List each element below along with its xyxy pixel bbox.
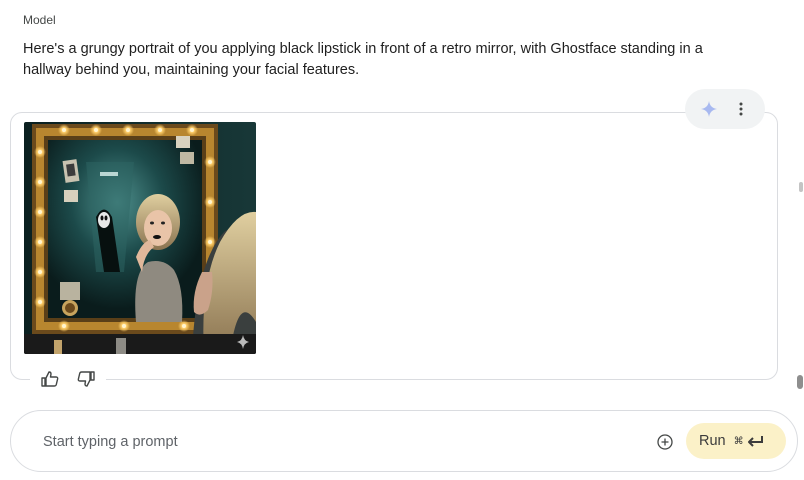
sparkle-icon — [701, 101, 717, 117]
run-button[interactable]: Run ⌘ — [686, 423, 786, 459]
generated-image[interactable] — [24, 122, 256, 354]
enter-icon — [747, 435, 764, 448]
scrollbar-thumb[interactable] — [797, 375, 803, 389]
add-circle-icon — [657, 434, 673, 450]
prompt-bar: Run ⌘ — [10, 410, 798, 472]
run-label: Run — [699, 433, 726, 449]
thumbs-up-icon — [41, 371, 59, 387]
thumbs-down-button[interactable] — [74, 368, 98, 390]
feedback-bar — [30, 368, 106, 390]
thumbs-down-icon — [77, 371, 95, 387]
response-toolbar — [685, 89, 765, 129]
role-label: Model — [23, 13, 56, 27]
add-media-button[interactable] — [654, 431, 676, 453]
model-message: Here's a grungy portrait of you applying… — [23, 41, 703, 78]
more-vert-icon — [739, 102, 743, 116]
sparkle-button[interactable] — [695, 95, 723, 123]
more-options-button[interactable] — [727, 95, 755, 123]
scroll-marker — [799, 182, 803, 192]
thumbs-up-button[interactable] — [38, 368, 62, 390]
command-key-icon: ⌘ — [733, 435, 744, 447]
prompt-input[interactable] — [43, 431, 603, 453]
